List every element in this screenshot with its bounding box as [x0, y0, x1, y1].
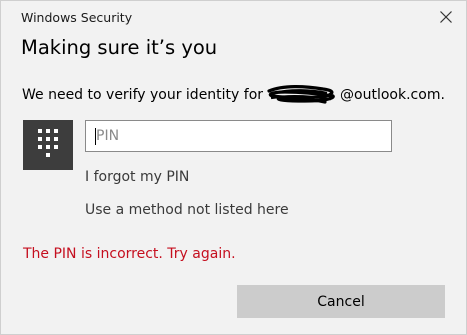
text-caret	[95, 128, 96, 145]
cancel-button[interactable]: Cancel	[237, 285, 445, 318]
verify-message: We need to verify your identity for @out…	[22, 85, 445, 105]
close-button[interactable]	[434, 7, 458, 29]
verify-prefix: We need to verify your identity for	[22, 87, 264, 103]
pin-input[interactable]	[85, 120, 392, 152]
email-suffix: @outlook.com.	[340, 87, 445, 103]
page-title: Making sure it’s you	[21, 36, 218, 59]
close-icon	[439, 9, 453, 28]
error-message: The PIN is incorrect. Try again.	[23, 246, 236, 262]
other-method-link[interactable]: Use a method not listed here	[85, 202, 289, 218]
app-title: Windows Security	[21, 10, 133, 25]
forgot-pin-link[interactable]: I forgot my PIN	[85, 169, 189, 185]
security-dialog: Windows Security Making sure it’s you We…	[0, 0, 467, 335]
keypad-icon	[35, 126, 61, 164]
keypad-tile	[23, 120, 73, 170]
redacted-username	[265, 85, 339, 105]
